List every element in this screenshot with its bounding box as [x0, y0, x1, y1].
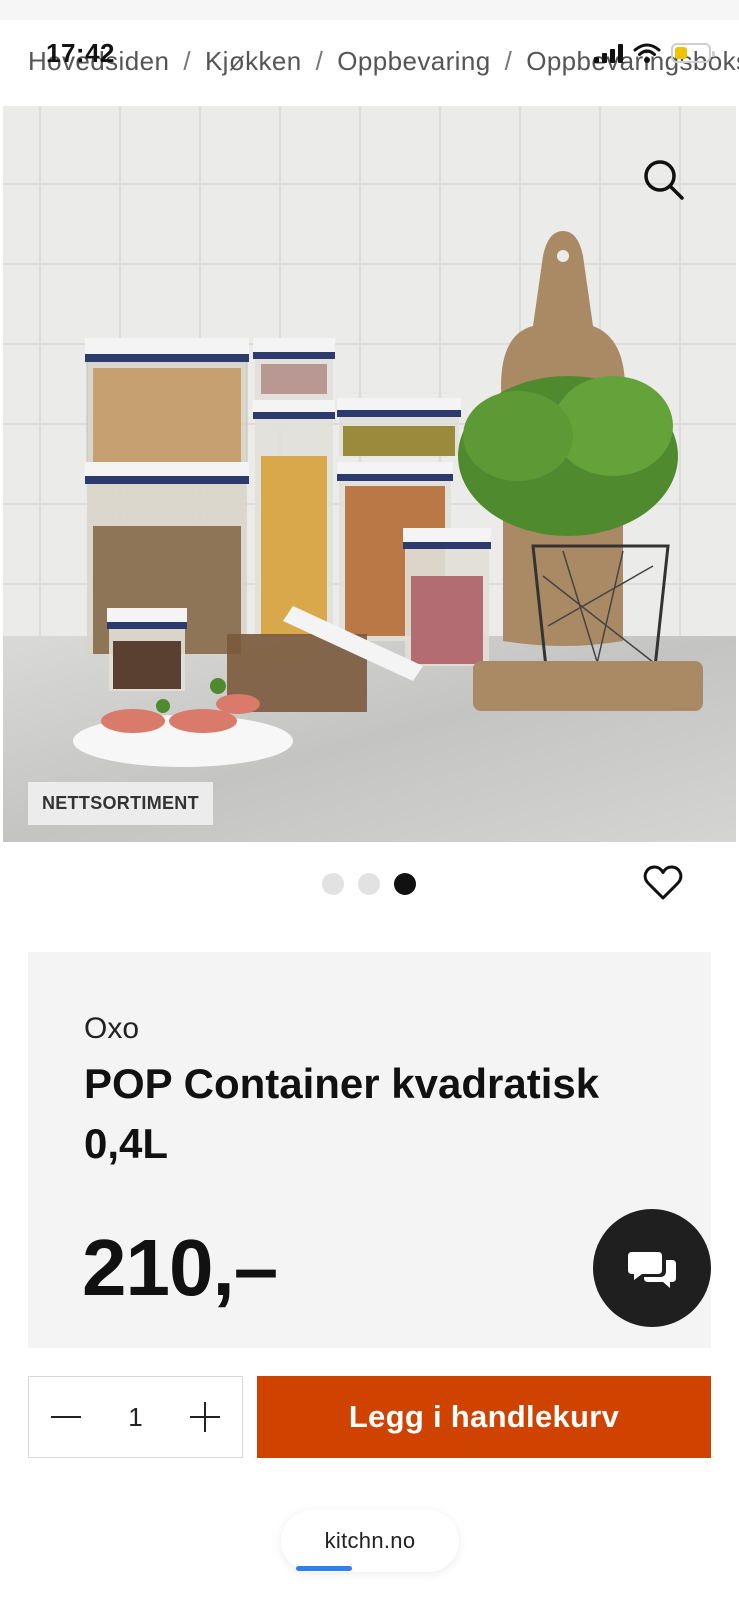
wifi-icon — [633, 43, 661, 63]
chat-bubbles-icon — [628, 1252, 676, 1288]
carousel-dot-3[interactable] — [394, 873, 416, 895]
chat-button[interactable] — [593, 1209, 711, 1327]
cellular-signal-icon — [594, 43, 623, 63]
page-load-progress — [296, 1566, 352, 1571]
minus-icon — [51, 1416, 81, 1418]
browser-address-bar[interactable]: kitchn.no — [281, 1510, 459, 1572]
status-icons — [594, 42, 715, 64]
carousel-dot-2[interactable] — [358, 873, 380, 895]
status-bar — [0, 0, 739, 20]
add-to-cart-button[interactable]: Legg i handlekurv — [257, 1376, 711, 1458]
product-title: POP Container kvadratisk 0,4L — [84, 1060, 600, 1167]
image-carousel-dots — [322, 873, 416, 895]
battery-icon — [671, 43, 715, 63]
breadcrumb-kitchen[interactable]: Kjøkken — [205, 46, 302, 76]
product-brand[interactable]: Oxo — [84, 1012, 139, 1046]
quantity-value[interactable]: 1 — [128, 1402, 142, 1433]
carousel-dot-1[interactable] — [322, 873, 344, 895]
breadcrumb-storage[interactable]: Oppbevaring — [337, 46, 490, 76]
product-photo — [3, 106, 736, 842]
heart-icon[interactable] — [642, 862, 684, 904]
decrease-quantity-button[interactable] — [49, 1400, 83, 1434]
increase-quantity-button[interactable] — [188, 1400, 222, 1434]
quantity-stepper: 1 — [28, 1376, 243, 1458]
product-image[interactable]: NETTSORTIMENT — [3, 106, 736, 842]
product-price: 210,– — [82, 1223, 278, 1312]
zoom-icon[interactable] — [642, 158, 686, 202]
status-time: 17:42 — [46, 38, 115, 68]
availability-badge: NETTSORTIMENT — [28, 782, 213, 825]
